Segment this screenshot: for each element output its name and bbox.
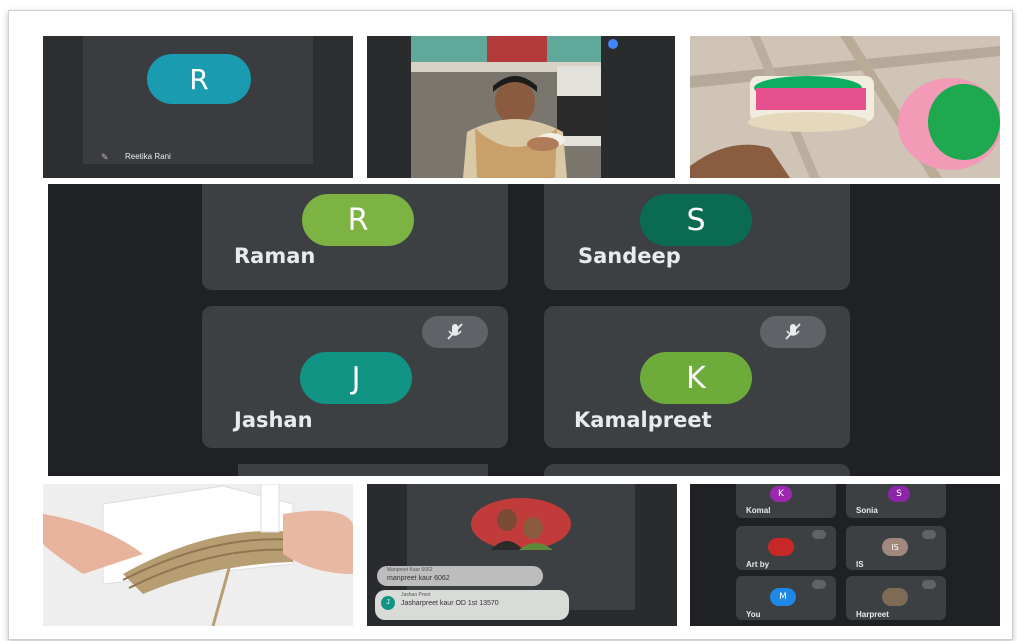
group-photo-avatar xyxy=(471,498,571,550)
participant-card[interactable]: K Komal xyxy=(736,484,836,518)
avatar: M xyxy=(770,588,796,606)
mic-off-icon xyxy=(812,580,826,589)
mic-off-icon xyxy=(760,316,826,348)
avatar: J xyxy=(300,352,412,404)
avatar: IS xyxy=(882,538,908,556)
participant-name: Sonia xyxy=(856,506,878,515)
participant-card[interactable]: S Sandeep xyxy=(544,184,850,290)
participant-name: Art by xyxy=(746,560,770,569)
craft-photo-tile xyxy=(690,36,1000,178)
participant-name: Komal xyxy=(746,506,771,515)
mic-off-icon: ✎ xyxy=(101,152,109,162)
participant-name: Raman xyxy=(234,244,316,268)
presenter-video xyxy=(411,36,618,178)
avatar: S xyxy=(888,486,910,502)
participant-card[interactable]: M You xyxy=(736,576,836,620)
avatar xyxy=(768,538,794,556)
participant-name: Harpreet xyxy=(856,610,889,619)
mic-off-icon xyxy=(422,316,488,348)
mic-off-icon xyxy=(922,530,936,539)
avatar xyxy=(882,588,908,606)
craft-photo xyxy=(690,36,1000,178)
main-meeting-grid: R Raman S Sandeep J Jashan K Kamalpreet xyxy=(48,184,1000,476)
chat-message: Manpreet Kaur 6062 manpreet kaur 6062 xyxy=(377,566,543,586)
chat-text: manpreet kaur 6062 xyxy=(387,575,450,582)
mic-off-icon xyxy=(812,530,826,539)
participant-name: Sandeep xyxy=(578,244,681,268)
participant-name: You xyxy=(746,610,761,619)
participant-card[interactable]: Art by xyxy=(736,526,836,570)
participant-card[interactable]: Harpreet xyxy=(846,576,946,620)
partial-tile xyxy=(544,464,850,476)
participant-card[interactable]: K Kamalpreet xyxy=(544,306,850,448)
avatar: S xyxy=(640,194,752,246)
jute-craft-photo xyxy=(43,484,353,626)
chat-message: J Jashan Preet Jasharpreet kaur OD 1st 1… xyxy=(375,590,569,620)
avatar: K xyxy=(770,486,792,502)
chat-sender: Jashan Preet xyxy=(401,592,431,598)
participant-card[interactable]: S Sonia xyxy=(846,484,946,518)
mic-off-icon xyxy=(922,580,936,589)
participant-tile-reetika[interactable]: R ✎ Reetika Rani xyxy=(43,36,353,178)
participant-name: IS xyxy=(856,560,864,569)
avatar: K xyxy=(640,352,752,404)
video-tile-presenter[interactable] xyxy=(367,36,675,178)
partial-tile xyxy=(238,464,488,476)
chat-panel-tile: Manpreet Kaur 6062 manpreet kaur 6062 J … xyxy=(367,484,677,626)
avatar: R xyxy=(147,54,251,104)
chat-sender: Manpreet Kaur 6062 xyxy=(387,567,433,573)
participant-name: Kamalpreet xyxy=(574,408,712,432)
participant-card[interactable]: R Raman xyxy=(202,184,508,290)
avatar: R xyxy=(302,194,414,246)
participant-name: Reetika Rani xyxy=(125,152,171,161)
craft-photo-jute xyxy=(43,484,353,626)
participant-name: Jashan xyxy=(234,408,313,432)
mini-participant-grid: K Komal S Sonia Art by IS IS M You Harpr… xyxy=(690,484,1000,626)
avatar: J xyxy=(381,596,395,610)
participant-card[interactable]: J Jashan xyxy=(202,306,508,448)
participant-card[interactable]: IS IS xyxy=(846,526,946,570)
chat-text: Jasharpreet kaur OD 1st 13570 xyxy=(401,600,499,607)
